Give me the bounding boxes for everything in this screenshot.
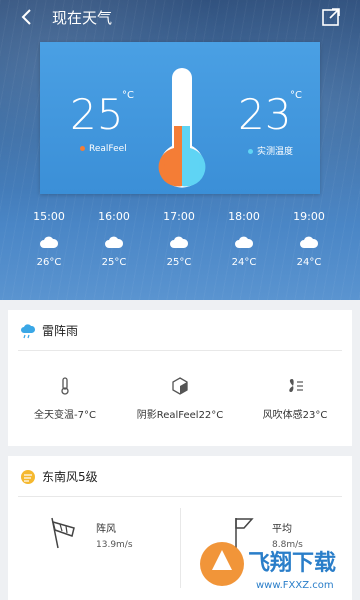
realfeel-temperature: 25 (70, 90, 124, 139)
thermometer-graphic (158, 68, 206, 188)
wind-title: 东南风5级 (42, 470, 98, 484)
gust-value: 13.9m/s (96, 540, 133, 550)
metric-shade-realfeel: 阴影RealFeel22°C (123, 376, 237, 421)
divider-vertical (180, 508, 181, 588)
hour-temp: 25°C (166, 257, 192, 268)
share-icon[interactable] (320, 6, 342, 28)
divider (18, 350, 342, 351)
gust-label: 阵风 (96, 524, 116, 535)
hour-item: 16:00 25°C (84, 210, 144, 268)
temperature-card: 25 °C RealFeel 23 °C 实测温度 (40, 42, 320, 194)
back-arrow-icon[interactable] (16, 6, 38, 28)
actual-temperature: 23 (238, 90, 292, 139)
actual-unit: °C (290, 90, 302, 101)
condition-header: 雷阵雨 (20, 322, 78, 339)
fan-icon (289, 379, 303, 392)
condition-title: 雷阵雨 (42, 324, 79, 338)
metric-temp-change: 全天变温-7°C (8, 376, 122, 421)
top-bar: 现在天气 (0, 0, 360, 36)
condition-card: 雷阵雨 全天变温-7°C 阴影RealFeel22°C 风吹体感23°C (8, 310, 352, 446)
divider (18, 496, 342, 497)
thunder-rain-icon (21, 323, 36, 338)
shade-cube-icon (172, 377, 188, 395)
cloud-icon (300, 236, 319, 248)
wind-header: 东南风5级 (20, 468, 98, 485)
cloud-icon (105, 236, 124, 248)
realfeel-dot (80, 146, 85, 151)
cloud-icon (40, 236, 59, 248)
realfeel-label: RealFeel (80, 144, 127, 154)
hour-item: 19:00 24°C (279, 210, 339, 268)
watermark-text: 飞翔下载 (248, 550, 336, 576)
metric-wind-chill: 风吹体感23°C (238, 376, 352, 421)
hour-time: 19:00 (293, 210, 325, 223)
metric-label: 风吹体感23°C (262, 410, 328, 421)
hour-time: 16:00 (98, 210, 130, 223)
hour-time: 17:00 (163, 210, 195, 223)
hour-item: 15:00 26°C (19, 210, 79, 268)
page-title: 现在天气 (52, 9, 113, 27)
realfeel-unit: °C (122, 90, 134, 101)
thermometer-icon (61, 377, 69, 395)
actual-dot (248, 149, 253, 154)
hour-temp: 25°C (101, 257, 127, 268)
metric-label: 全天变温-7°C (34, 410, 96, 421)
cloud-icon (170, 236, 189, 248)
hour-time: 15:00 (33, 210, 65, 223)
hour-temp: 24°C (296, 257, 322, 268)
actual-label: 实测温度 (248, 144, 293, 157)
watermark-logo: 飞翔下载 www.FXXZ.com (200, 542, 336, 591)
hourly-forecast: 15:00 26°C 16:00 25°C 17:00 25°C 18:00 2… (0, 210, 360, 290)
hour-time: 18:00 (228, 210, 260, 223)
hour-item: 17:00 25°C (149, 210, 209, 268)
hour-item: 18:00 24°C (214, 210, 274, 268)
hour-temp: 26°C (36, 257, 62, 268)
weather-hero: 现在天气 25 °C RealFeel 23 °C 实测温度 15:00 26°… (0, 0, 360, 300)
wind-icon (21, 469, 35, 484)
cloud-icon (235, 236, 254, 248)
watermark-url: www.FXXZ.com (256, 580, 334, 591)
hour-temp: 24°C (231, 257, 257, 268)
windsock-icon (51, 517, 75, 549)
metric-label: 阴影RealFeel22°C (136, 410, 224, 421)
